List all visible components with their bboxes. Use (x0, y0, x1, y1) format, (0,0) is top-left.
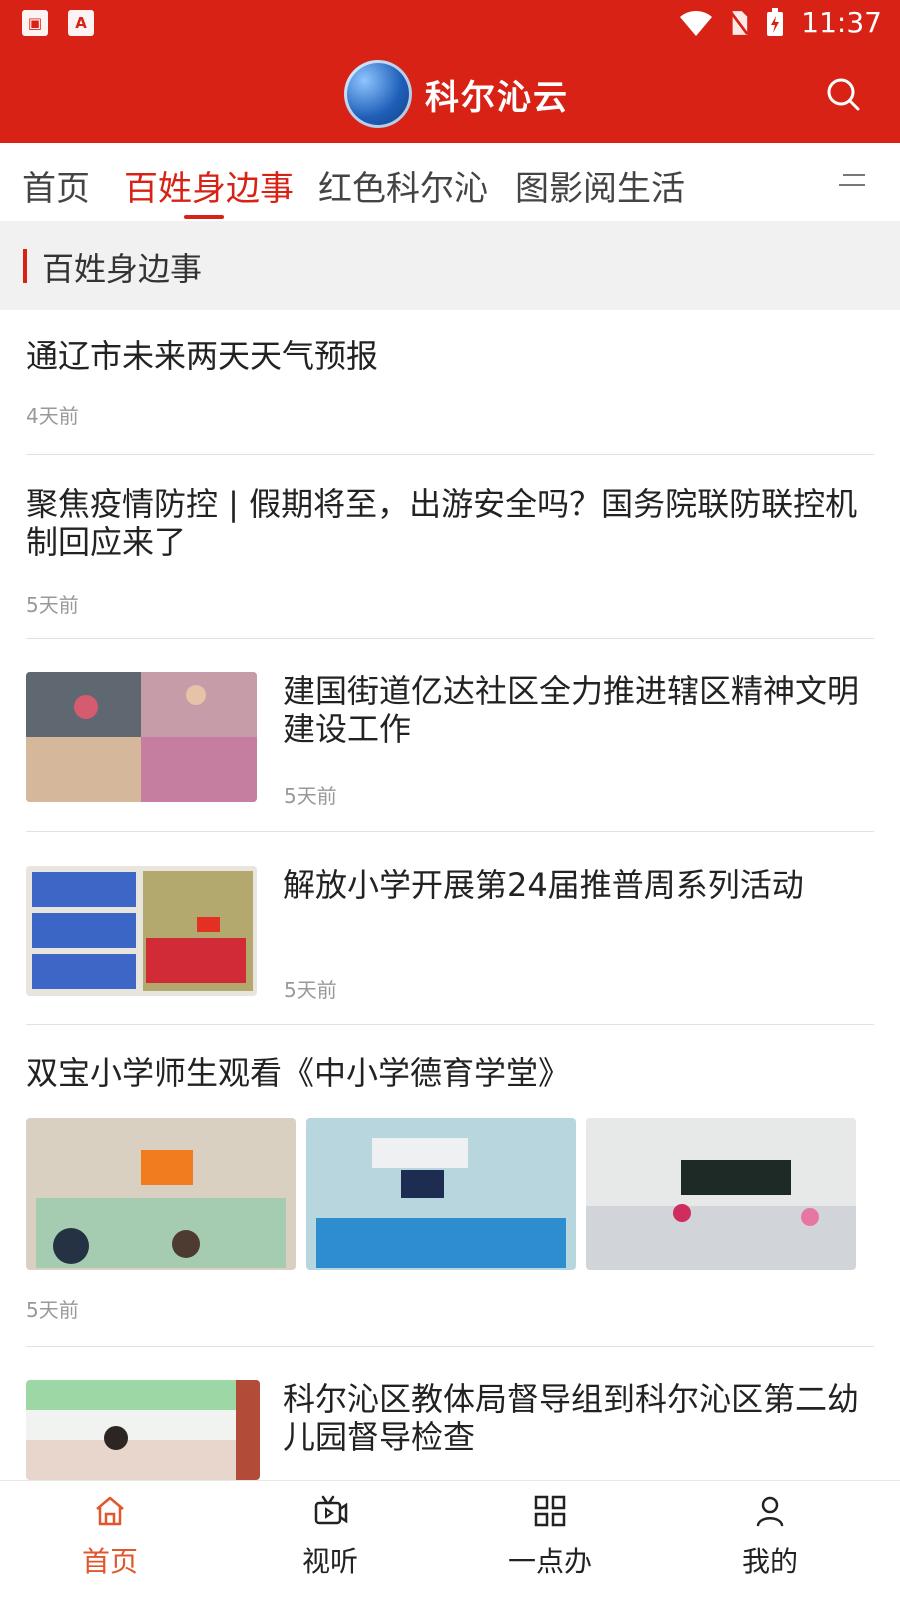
article-time: 4天前 (26, 404, 79, 428)
divider (26, 638, 874, 639)
article-thumbnail (586, 1118, 856, 1270)
article-time: 5天前 (284, 978, 337, 1002)
nav-home-label: 首页 (81, 1545, 138, 1578)
app-logo-icon (344, 60, 412, 128)
category-tabs: 首页 百姓身边事 红色科尔沁 图影阅生活 (0, 143, 900, 221)
active-tab-indicator (184, 215, 224, 219)
app-title: 科尔沁云 (425, 78, 569, 118)
section-title: 百姓身边事 (42, 250, 203, 288)
app-notification-icon: A (68, 10, 94, 36)
article-thumbnail (26, 672, 257, 802)
nav-profile-label: 我的 (741, 1545, 798, 1578)
article-item[interactable]: 双宝小学师生观看《中小学德育学堂》 5天前 (26, 1054, 874, 1322)
search-icon[interactable] (826, 77, 860, 111)
divider (26, 1346, 874, 1347)
article-time: 5天前 (284, 784, 337, 808)
video-icon (314, 1495, 348, 1525)
article-title: 科尔沁区教体局督导组到科尔沁区第二幼儿园督导检查 (283, 1380, 860, 1456)
article-title: 双宝小学师生观看《中小学德育学堂》 (26, 1054, 571, 1092)
battery-charging-icon (767, 7, 784, 36)
article-title: 通辽市未来两天天气预报 (26, 337, 379, 375)
user-icon (756, 1496, 784, 1527)
article-item[interactable]: 通辽市未来两天天气预报 4天前 (26, 337, 874, 429)
divider (26, 454, 874, 455)
nav-services-label: 一点办 (507, 1545, 592, 1578)
article-item[interactable]: 科尔沁区教体局督导组到科尔沁区第二幼儿园督导检查 (26, 1380, 874, 1480)
article-thumbnail (26, 1118, 296, 1270)
divider (26, 1024, 874, 1025)
no-sim-icon (730, 10, 749, 35)
tab-local-news[interactable]: 百姓身边事 (124, 161, 294, 210)
tab-home[interactable]: 首页 (22, 161, 90, 210)
wifi-icon (680, 10, 713, 36)
nav-profile[interactable]: 我的 (700, 1493, 840, 1580)
section-header: 百姓身边事 (0, 221, 900, 310)
section-marker (23, 249, 27, 283)
status-bar: ▣ A 11:37 (0, 0, 900, 50)
bottom-navigation: 首页 视听 一点办 我的 (0, 1480, 900, 1601)
nav-video[interactable]: 视听 (260, 1493, 400, 1580)
article-thumbnail (26, 1380, 260, 1480)
tab-red-horqin[interactable]: 红色科尔沁 (318, 161, 488, 210)
article-time: 5天前 (26, 593, 79, 617)
nav-video-label: 视听 (301, 1545, 358, 1578)
nav-services[interactable]: 一点办 (480, 1493, 620, 1580)
divider (26, 831, 874, 832)
article-item[interactable]: 建国街道亿达社区全力推进辖区精神文明建设工作 5天前 (26, 672, 874, 808)
article-time: 5天前 (26, 1298, 79, 1322)
brand-row: 科尔沁云 (0, 55, 900, 137)
article-thumbnail (306, 1118, 576, 1270)
article-item[interactable]: 聚焦疫情防控 | 假期将至，出游安全吗？国务院联防联控机制回应来了 5天前 (26, 485, 874, 618)
tab-photo-life[interactable]: 图影阅生活 (515, 161, 685, 210)
article-title: 聚焦疫情防控 | 假期将至，出游安全吗？国务院联防联控机制回应来了 (26, 485, 858, 561)
nav-home[interactable]: 首页 (40, 1493, 180, 1580)
home-icon (96, 1496, 124, 1526)
article-title: 解放小学开展第24届推普周系列活动 (283, 866, 804, 904)
article-item[interactable]: 解放小学开展第24届推普周系列活动 5天前 (26, 866, 874, 1002)
article-thumbnail (26, 866, 257, 996)
article-title: 建国街道亿达社区全力推进辖区精神文明建设工作 (283, 672, 860, 748)
image-notification-icon: ▣ (22, 10, 48, 36)
more-tabs-icon[interactable] (839, 172, 865, 188)
status-time: 11:37 (801, 6, 882, 39)
grid-icon (534, 1495, 566, 1527)
app-header: ▣ A 11:37 科尔沁云 (0, 0, 900, 143)
